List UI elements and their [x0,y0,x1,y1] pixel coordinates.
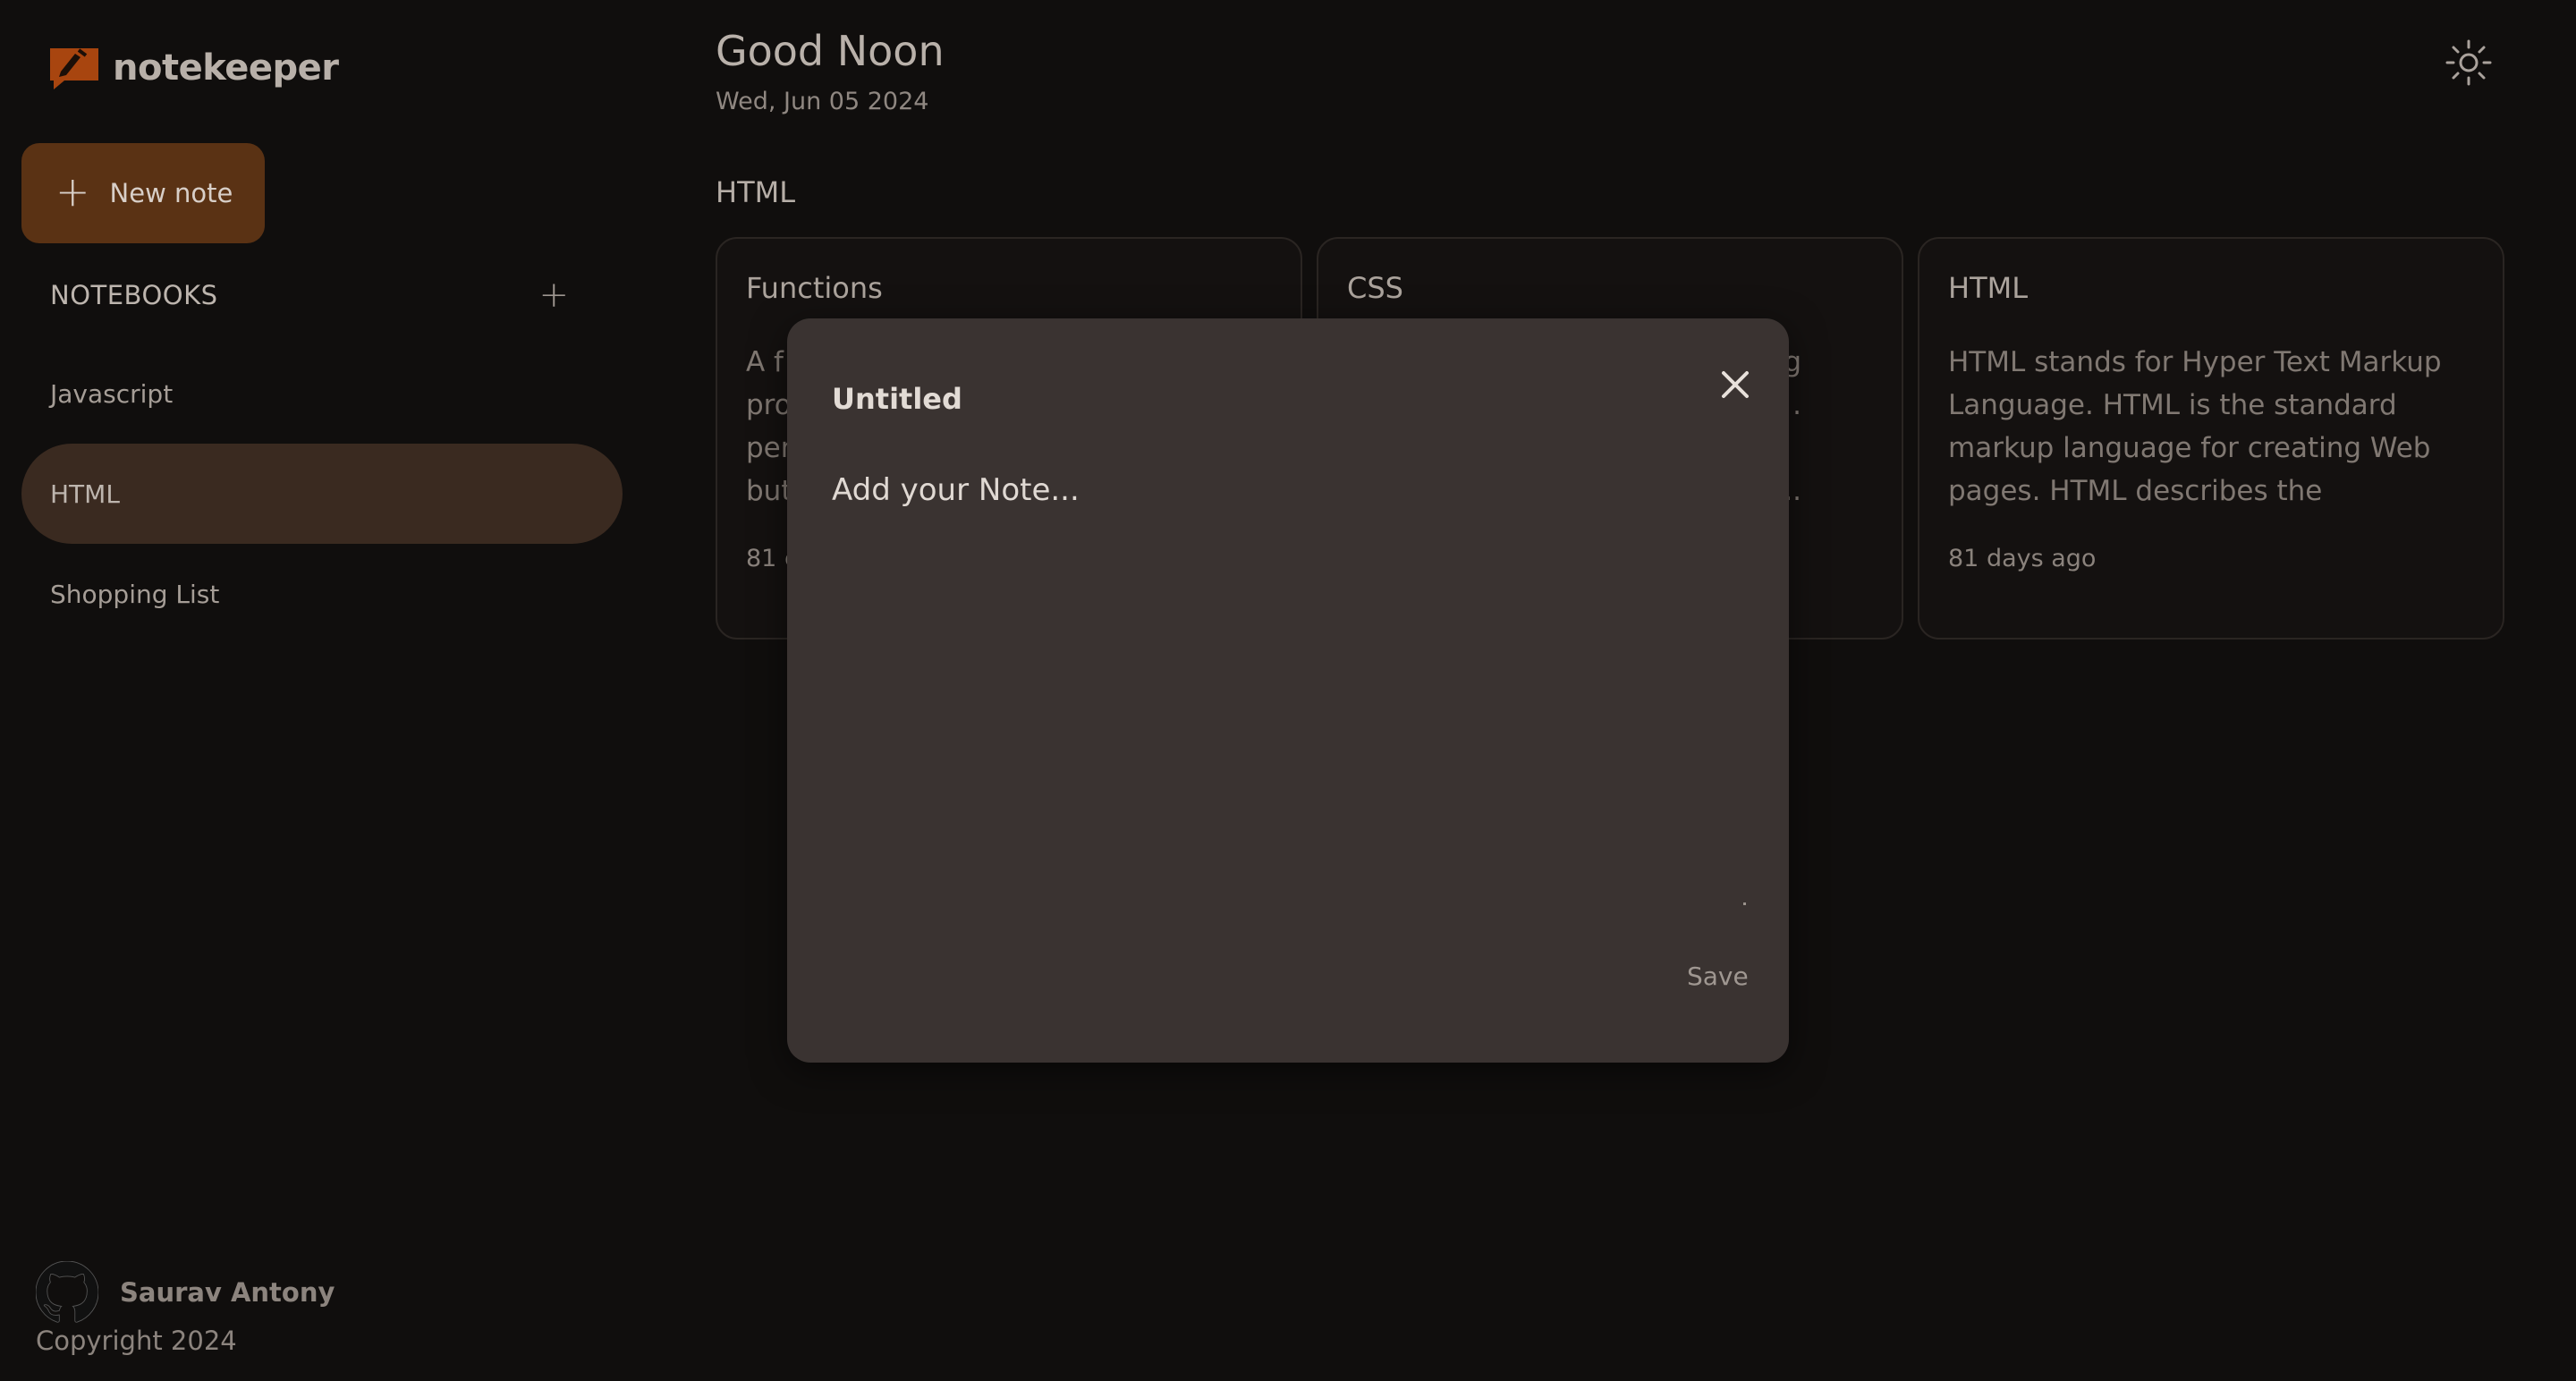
new-note-label: New note [109,178,233,208]
author-link[interactable]: Saurav Antony [36,1261,335,1324]
brand-name: notekeeper [113,47,339,89]
author-name: Saurav Antony [120,1277,335,1308]
note-card-html[interactable]: HTML HTML stands for Hyper Text Markup L… [1918,237,2504,640]
sidebar-item-label: Shopping List [50,579,220,609]
note-card-title: HTML [1948,271,2029,305]
note-card-body: HTML stands for Hyper Text Markup Langua… [1948,346,2442,507]
github-icon [36,1261,98,1323]
close-icon [1722,371,1749,398]
sun-icon [2445,39,2492,86]
brand[interactable]: notekeeper [48,45,339,91]
sidebar-item-shopping-list[interactable]: Shopping List [21,544,623,644]
note-text-area[interactable] [830,470,1746,936]
new-note-button[interactable]: + New note [21,143,265,243]
note-card-title: CSS [1347,271,1403,305]
plus-icon: + [55,167,90,216]
resize-handle[interactable] [1743,902,1746,905]
notebooks-title: NOTEBOOKS [50,280,218,310]
section-title: HTML [716,175,796,209]
add-notebook-icon[interactable]: + [538,277,569,313]
close-button[interactable] [1712,361,1758,408]
new-note-modal: Save [787,318,1789,1063]
sidebar: notekeeper + New note NOTEBOOKS + Javasc… [0,0,644,1381]
note-card-meta: 81 days ago [1948,545,2097,572]
current-date: Wed, Jun 05 2024 [716,88,929,115]
greeting: Good Noon [716,27,945,75]
save-button[interactable]: Save [1682,961,1754,992]
sidebar-item-label: Javascript [50,378,174,409]
sidebar-footer: Saurav Antony Copyright 2024 [36,1261,335,1356]
theme-toggle-button[interactable] [2444,38,2494,88]
sidebar-item-html[interactable]: HTML [21,444,623,544]
copyright: Copyright 2024 [36,1326,237,1356]
note-title-input[interactable] [830,381,1635,417]
notekeeper-logo-icon [50,48,98,89]
sidebar-item-label: HTML [50,479,120,509]
note-card-title: Functions [746,271,883,305]
sidebar-item-javascript[interactable]: Javascript [21,343,623,444]
notebooks-header: NOTEBOOKS + [50,277,569,313]
